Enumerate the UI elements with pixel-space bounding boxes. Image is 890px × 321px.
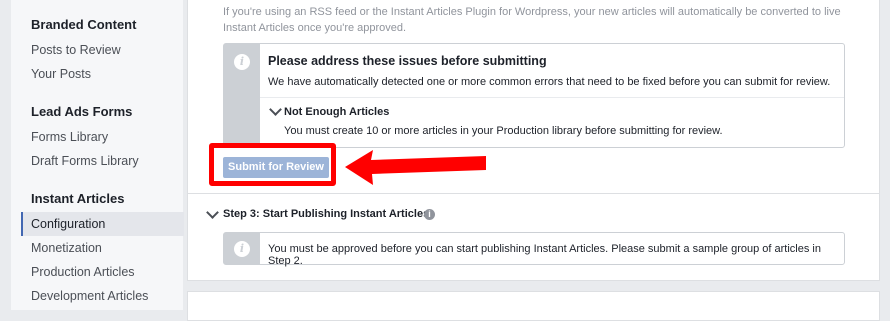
arrow-shape xyxy=(345,150,486,185)
arrow-annotation xyxy=(345,150,486,185)
